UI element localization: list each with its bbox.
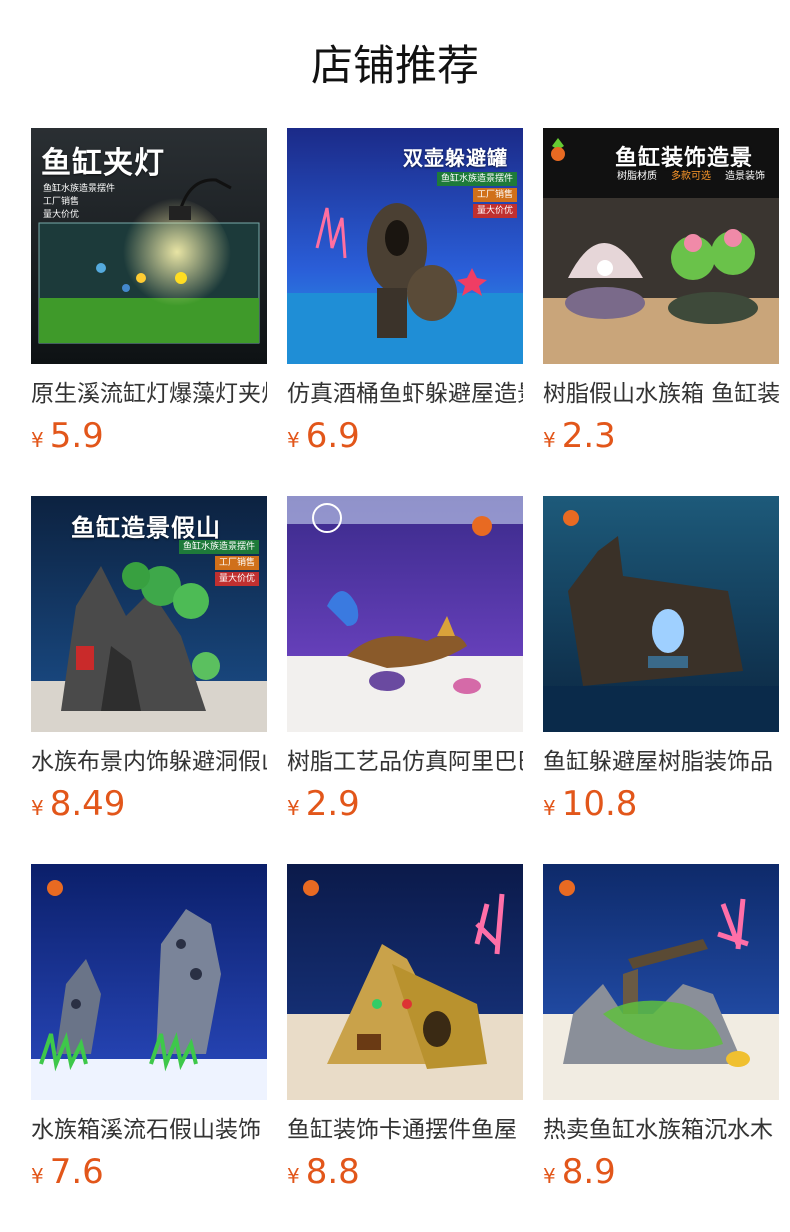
price-amount: 8.8 [305,1152,360,1192]
image-tag: 工厂销售 [215,556,260,570]
price-amount: 7.6 [49,1152,104,1192]
product-image[interactable] [543,496,779,732]
product-grid: 鱼缸夹灯 鱼缸水族造景摆件 工厂销售 量大价优 原生溪流缸灯爆藻灯夹灯 ¥5.9 [31,128,779,1232]
image-tag: 量大价优 [43,210,80,220]
product-card[interactable]: 双壶躲避罐 鱼缸水族造景摆件 工厂销售 量大价优 仿真酒桶鱼虾躲避屋造景 ¥6.… [287,128,523,496]
product-image[interactable] [543,864,779,1100]
currency-symbol: ¥ [287,1164,300,1188]
product-card[interactable]: 鱼缸夹灯 鱼缸水族造景摆件 工厂销售 量大价优 原生溪流缸灯爆藻灯夹灯 ¥5.9 [31,128,267,496]
product-title[interactable]: 鱼缸装饰卡通摆件鱼屋 [287,1114,523,1146]
product-price: ¥8.8 [287,1150,523,1194]
image-banner-text: 鱼缸装饰造景 [615,146,754,171]
product-card[interactable]: 树脂工艺品仿真阿里巴巴 ¥2.9 [287,496,523,864]
product-photo-log-hideout [543,496,779,732]
currency-symbol: ¥ [543,1164,556,1188]
product-image[interactable]: 鱼缸造景假山 鱼缸水族造景摆件 工厂销售 量大价优 [31,496,267,732]
product-photo-magic-lamp [287,496,523,732]
price-amount: 5.9 [49,416,104,456]
section-title: 店铺推荐 [310,41,479,90]
product-price: ¥10.8 [543,782,779,826]
image-tag: 工厂销售 [473,188,518,202]
product-price: ¥2.9 [287,782,523,826]
currency-symbol: ¥ [287,428,300,452]
product-title[interactable]: 热卖鱼缸水族箱沉水木 [543,1114,779,1146]
image-tag: 量大价优 [473,204,518,218]
currency-symbol: ¥ [287,796,300,820]
product-price: ¥7.6 [31,1150,267,1194]
price-amount: 10.8 [561,784,638,824]
product-title[interactable]: 原生溪流缸灯爆藻灯夹灯 [31,378,267,410]
product-image[interactable]: 鱼缸装饰造景 树脂材质 多款可选 造景装饰 [543,128,779,364]
product-image[interactable]: 双壶躲避罐 鱼缸水族造景摆件 工厂销售 量大价优 [287,128,523,364]
currency-symbol: ¥ [543,796,556,820]
product-title[interactable]: 仿真酒桶鱼虾躲避屋造景 [287,378,523,410]
product-card[interactable]: 鱼缸躲避屋树脂装饰品 ¥10.8 [543,496,779,864]
currency-symbol: ¥ [543,428,556,452]
price-amount: 6.9 [305,416,360,456]
product-price: ¥6.9 [287,414,523,458]
image-tag: 多款可选 [671,171,711,182]
price-amount: 2.9 [305,784,360,824]
product-photo-treasure [287,864,523,1100]
product-price: ¥8.9 [543,1150,779,1194]
product-photo-stone-rockery [31,864,267,1100]
product-image[interactable]: 鱼缸夹灯 鱼缸水族造景摆件 工厂销售 量大价优 [31,128,267,364]
product-title[interactable]: 树脂假山水族箱 鱼缸装饰 [543,378,779,410]
image-banner-text: 双壶躲避罐 [403,146,508,170]
product-image[interactable] [287,864,523,1100]
image-tag: 鱼缸水族造景摆件 [179,540,260,554]
image-banner-text: 鱼缸造景假山 [71,514,221,542]
product-card[interactable]: 鱼缸装饰卡通摆件鱼屋 ¥8.8 [287,864,523,1232]
price-amount: 2.3 [561,416,616,456]
product-price: ¥2.3 [543,414,779,458]
image-tag: 树脂材质 [617,171,657,182]
product-title[interactable]: 水族布景内饰躲避洞假山 [31,746,267,778]
product-price: ¥8.49 [31,782,267,826]
product-title[interactable]: 鱼缸躲避屋树脂装饰品 [543,746,779,778]
product-image[interactable] [287,496,523,732]
product-price: ¥5.9 [31,414,267,458]
price-amount: 8.9 [561,1152,616,1192]
product-photo-ruins [543,864,779,1100]
currency-symbol: ¥ [31,796,44,820]
image-tag: 鱼缸水族造景摆件 [43,184,116,194]
currency-symbol: ¥ [31,428,44,452]
product-card[interactable]: 鱼缸造景假山 鱼缸水族造景摆件 工厂销售 量大价优 水族布景内饰躲避洞假山 ¥8… [31,496,267,864]
price-amount: 8.49 [49,784,126,824]
image-tag: 鱼缸水族造景摆件 [437,172,518,186]
product-card[interactable]: 鱼缸装饰造景 树脂材质 多款可选 造景装饰 树脂假山水族箱 鱼缸装饰 ¥2.3 [543,128,779,496]
product-card[interactable]: 热卖鱼缸水族箱沉水木 ¥8.9 [543,864,779,1232]
product-title[interactable]: 水族箱溪流石假山装饰 [31,1114,267,1146]
currency-symbol: ¥ [31,1164,44,1188]
product-card[interactable]: 水族箱溪流石假山装饰 ¥7.6 [31,864,267,1232]
image-tag: 工厂销售 [43,197,80,207]
product-image[interactable] [31,864,267,1100]
product-title[interactable]: 树脂工艺品仿真阿里巴巴 [287,746,523,778]
image-tag: 造景装饰 [725,171,765,182]
image-tag: 量大价优 [215,572,260,586]
image-banner-text: 鱼缸夹灯 [41,146,165,181]
